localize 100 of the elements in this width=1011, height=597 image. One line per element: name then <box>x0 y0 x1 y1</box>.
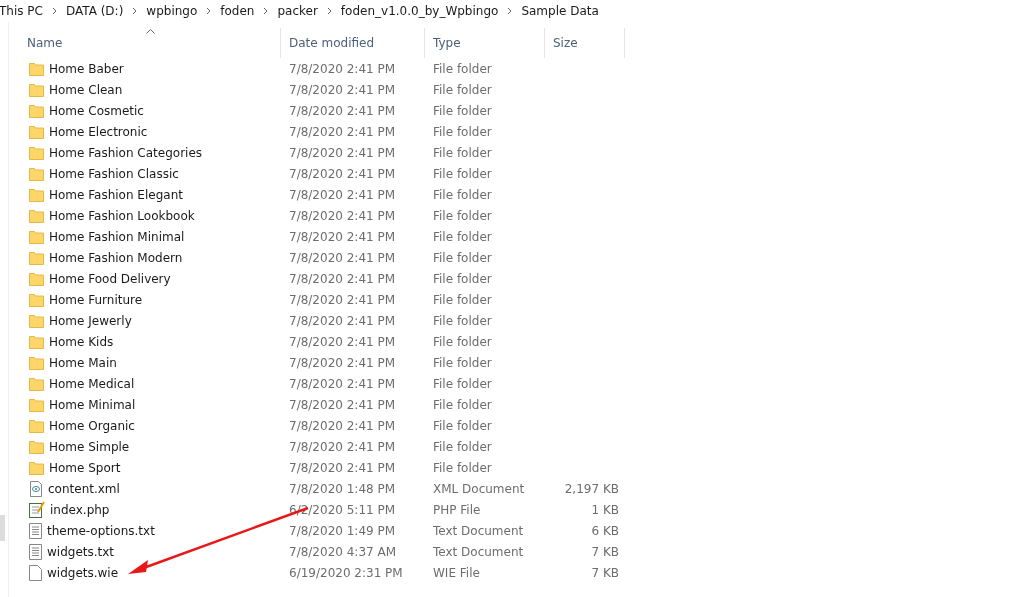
date-modified: 7/8/2020 1:49 PM <box>288 523 397 538</box>
file-name[interactable]: Home Jewerly <box>49 313 132 328</box>
folder-icon <box>29 439 44 454</box>
chevron-icon <box>507 7 513 15</box>
file-type: File folder <box>432 355 493 370</box>
folder-icon <box>29 334 44 349</box>
file-type: File folder <box>432 166 493 181</box>
date-modified: 7/8/2020 2:41 PM <box>288 208 397 223</box>
file-size: 1 KB <box>590 502 620 517</box>
date-modified: 7/8/2020 2:41 PM <box>288 145 397 160</box>
file-name[interactable]: Home Fashion Categories <box>49 145 203 160</box>
file-name[interactable]: Home Minimal <box>49 397 136 412</box>
date-modified: 7/8/2020 2:41 PM <box>288 376 397 391</box>
file-type: WIE File <box>432 565 481 580</box>
file-name[interactable]: Home Main <box>49 355 117 370</box>
file-name[interactable]: Home Organic <box>49 418 135 433</box>
folder-icon <box>29 376 44 391</box>
folder-icon <box>29 61 44 76</box>
folder-icon <box>29 145 44 160</box>
folder-icon <box>29 355 44 370</box>
file-name[interactable]: content.xml <box>48 481 120 496</box>
sort-icon <box>145 29 155 34</box>
file-name[interactable]: Home Fashion Classic <box>49 166 179 181</box>
file-type: File folder <box>432 439 493 454</box>
file-name[interactable]: Home Fashion Lookbook <box>49 208 195 223</box>
folder-icon <box>29 124 44 139</box>
folder-icon <box>29 82 44 97</box>
notepad-icon <box>29 501 45 518</box>
date-modified: 7/8/2020 2:41 PM <box>288 61 397 76</box>
file-type: File folder <box>432 460 493 475</box>
column-header[interactable]: Size <box>545 28 625 58</box>
folder-icon <box>29 187 44 202</box>
file-type: File folder <box>432 292 493 307</box>
file-type: File folder <box>432 145 493 160</box>
file-name[interactable]: Home Baber <box>49 61 124 76</box>
chevron-icon <box>326 7 332 15</box>
folder-icon <box>29 313 44 328</box>
file-name[interactable]: Home Sport <box>49 460 121 475</box>
date-modified: 7/8/2020 2:41 PM <box>288 355 397 370</box>
text-file-icon <box>29 543 42 560</box>
file-type: File folder <box>432 376 493 391</box>
file-name[interactable]: Home Kids <box>49 334 114 349</box>
breadcrumb-item[interactable]: foden <box>220 4 255 18</box>
date-modified: 7/8/2020 2:41 PM <box>288 124 397 139</box>
breadcrumb-item[interactable]: wpbingo <box>146 4 198 18</box>
breadcrumb-item[interactable]: foden_v1.0.0_by_Wpbingo <box>340 4 499 18</box>
file-name[interactable]: index.php <box>50 502 110 517</box>
file-type: Text Document <box>432 544 525 559</box>
date-modified: 7/8/2020 2:41 PM <box>288 334 397 349</box>
file-type: File folder <box>432 334 493 349</box>
date-modified: 7/8/2020 2:41 PM <box>288 166 397 181</box>
scrollbar-thumb[interactable] <box>0 515 5 541</box>
file-name[interactable]: Home Clean <box>49 82 123 97</box>
folder-icon <box>29 418 44 433</box>
file-type: File folder <box>432 418 493 433</box>
file-name[interactable]: Home Fashion Minimal <box>49 229 185 244</box>
folder-icon <box>29 292 44 307</box>
file-name[interactable]: Home Fashion Modern <box>49 250 183 265</box>
folder-icon <box>29 397 44 412</box>
folder-icon <box>29 271 44 286</box>
chevron-icon <box>263 7 269 15</box>
file-name[interactable]: Home Food Delivery <box>49 271 171 286</box>
breadcrumb-item[interactable]: DATA (D:) <box>65 4 124 18</box>
file-type: PHP File <box>432 502 482 517</box>
chevron-icon <box>206 7 212 15</box>
date-modified: 7/8/2020 2:41 PM <box>288 418 397 433</box>
file-type: File folder <box>432 103 493 118</box>
date-modified: 7/8/2020 2:41 PM <box>288 229 397 244</box>
file-name[interactable]: Home Medical <box>49 376 135 391</box>
document-icon <box>29 480 43 497</box>
file-size: 2,197 KB <box>563 481 620 496</box>
file-name[interactable]: widgets.txt <box>47 544 115 559</box>
file-type: File folder <box>432 124 493 139</box>
column-header[interactable]: Name <box>19 28 281 58</box>
file-type: File folder <box>432 82 493 97</box>
file-type: File folder <box>432 61 493 76</box>
date-modified: 7/8/2020 2:41 PM <box>288 292 397 307</box>
date-modified: 7/8/2020 2:41 PM <box>288 82 397 97</box>
file-name[interactable]: Home Electronic <box>49 124 148 139</box>
file-name[interactable]: theme-options.txt <box>47 523 155 538</box>
folder-icon <box>29 250 44 265</box>
breadcrumb-item[interactable]: packer <box>277 4 318 18</box>
date-modified: 6/19/2020 2:31 PM <box>288 565 404 580</box>
file-size: 7 KB <box>590 565 620 580</box>
folder-icon <box>29 208 44 223</box>
folder-icon <box>29 166 44 181</box>
date-modified: 7/8/2020 2:41 PM <box>288 103 397 118</box>
column-header[interactable]: Type <box>425 28 545 58</box>
date-modified: 7/8/2020 1:48 PM <box>288 481 397 496</box>
file-name[interactable]: Home Simple <box>49 439 130 454</box>
file-type: File folder <box>432 397 493 412</box>
file-size: 6 KB <box>590 523 620 538</box>
column-header[interactable]: Date modified <box>281 28 425 58</box>
file-name[interactable]: Home Fashion Elegant <box>49 187 183 202</box>
file-name[interactable]: Home Cosmetic <box>49 103 144 118</box>
file-type: Text Document <box>432 523 525 538</box>
file-name[interactable]: Home Furniture <box>49 292 143 307</box>
chevron-icon <box>132 7 138 15</box>
file-name[interactable]: widgets.wie <box>47 565 119 580</box>
breadcrumb-item[interactable]: Sample Data <box>521 4 599 18</box>
